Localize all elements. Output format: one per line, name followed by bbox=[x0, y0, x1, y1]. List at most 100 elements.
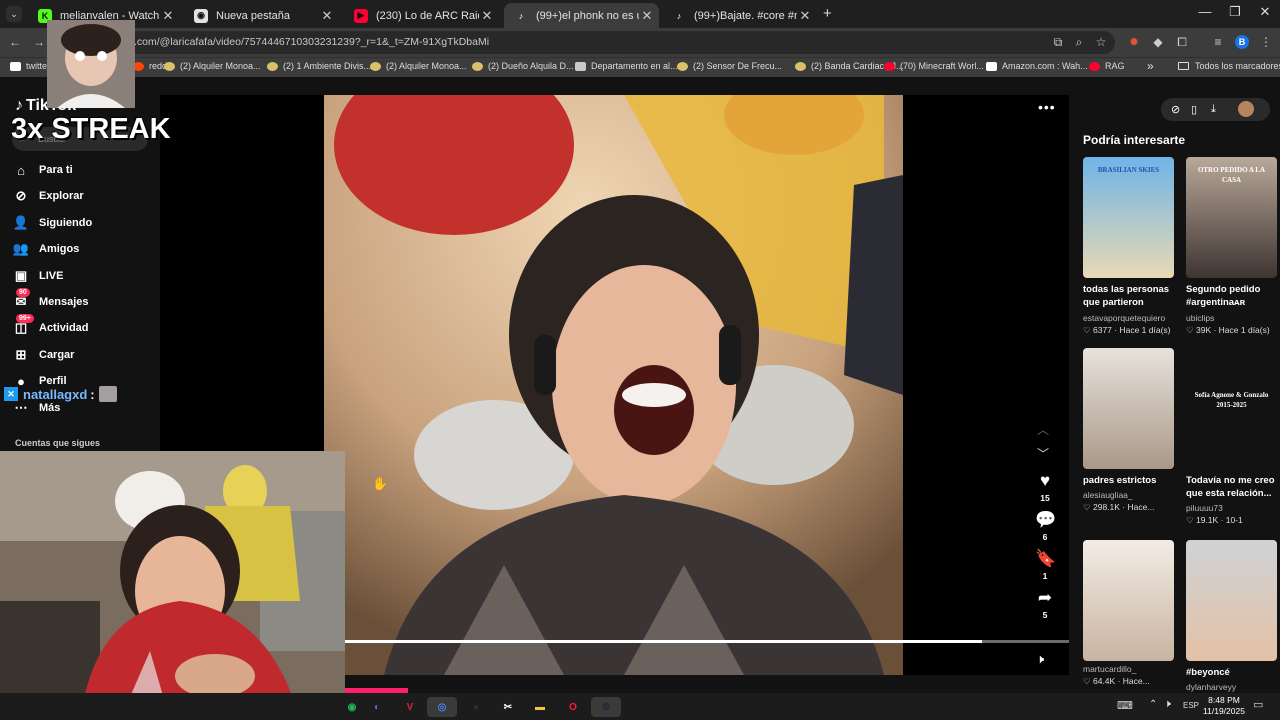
bookmark-item[interactable]: (70) Minecraft Worl... bbox=[884, 61, 984, 71]
minimize-icon[interactable]: — bbox=[1190, 4, 1220, 19]
tray-chevron-icon[interactable]: ⌃ bbox=[1149, 699, 1157, 710]
video-thumbnail[interactable] bbox=[1083, 348, 1174, 469]
tab-4[interactable]: ♪ (99+)el phonk no es un juego✕ bbox=[504, 3, 659, 28]
chevron-down-icon[interactable]: ﹀ bbox=[1037, 445, 1049, 462]
steam-icon[interactable]: ⚙ bbox=[591, 697, 621, 717]
chevron-up-icon[interactable]: ︿ bbox=[1037, 421, 1049, 438]
compass-icon[interactable]: ⊘ bbox=[1171, 103, 1180, 116]
close-tab-icon[interactable]: ✕ bbox=[797, 8, 813, 24]
discord-icon[interactable]: ◐ bbox=[367, 697, 387, 717]
video-thumbnail[interactable]: OTRO PEDIDO A LA CASA bbox=[1186, 157, 1277, 278]
volume-tray-icon[interactable]: 🕨 bbox=[1164, 698, 1171, 711]
bookmark-item[interactable]: (2) Sensor De Frecu... bbox=[677, 61, 782, 71]
like-action[interactable]: ♥ 15 bbox=[1035, 472, 1055, 504]
save-action[interactable]: 🔖 1 bbox=[1035, 550, 1056, 582]
opera-icon[interactable]: O bbox=[563, 697, 583, 717]
nav-item-parati[interactable]: ⌂ Para ti bbox=[14, 163, 73, 178]
bookmark-item[interactable]: (2) 1 Ambiente Divis... bbox=[267, 61, 371, 71]
nav-item-siguiendo[interactable]: 👤 Siguiendo bbox=[13, 215, 92, 230]
forward-icon[interactable]: → bbox=[30, 33, 48, 51]
nav-item-actividad[interactable]: ◫ Actividad bbox=[14, 320, 89, 335]
puzzle-icon[interactable]: ⧠ bbox=[1173, 33, 1191, 51]
tab-2[interactable]: ◉ Nueva pestaña ✕ bbox=[184, 3, 339, 28]
new-tab-button[interactable]: + bbox=[823, 5, 832, 22]
voicemod-icon[interactable]: V bbox=[400, 697, 420, 717]
all-bookmarks-folder[interactable]: Todos los marcadores bbox=[1178, 61, 1280, 71]
nav-item-cargar[interactable]: ⊞ Cargar bbox=[14, 347, 75, 362]
card-title[interactable]: padres estrictos bbox=[1083, 474, 1174, 487]
bookmark-item[interactable]: (2) Alquiler Monoa... bbox=[164, 61, 261, 71]
clock[interactable]: 8:48 PM 11/19/2025 bbox=[1200, 695, 1248, 717]
card-author[interactable]: alesiaugliaa_ bbox=[1083, 490, 1174, 500]
bookmark-item[interactable]: twitter bbox=[10, 61, 50, 71]
card-author[interactable]: martucardillo_ bbox=[1083, 664, 1174, 674]
card-author[interactable]: ubiclips bbox=[1186, 313, 1277, 323]
bookmark-item[interactable]: Departamento en al... bbox=[575, 61, 678, 71]
bookmarks-more-icon[interactable]: » bbox=[1147, 59, 1154, 73]
volume-icon[interactable]: 🕨 bbox=[1036, 651, 1044, 667]
recommendation-card[interactable]: BRASILIAN SKIES todas las personas que pa… bbox=[1083, 157, 1174, 336]
tab-3[interactable]: ▶ (230) Lo de ARC Raiders es SA✕ bbox=[344, 3, 499, 28]
recommendation-card[interactable]: #beyoncé dylanharveyy bbox=[1186, 540, 1277, 692]
notification-icon[interactable]: ▭ bbox=[1253, 698, 1263, 711]
avatar[interactable] bbox=[1238, 101, 1254, 117]
video-thumbnail[interactable] bbox=[1083, 540, 1174, 661]
nav-item-explorar[interactable]: ⊘ Explorar bbox=[14, 188, 84, 203]
card-author[interactable]: dylanharveyy bbox=[1186, 682, 1277, 692]
bookmark-item[interactable]: (2) Dueño Alquila D... bbox=[472, 61, 574, 71]
address-bar[interactable]: .com/@laricafafa/video/75744467103032312… bbox=[100, 31, 1115, 54]
comment-action[interactable]: 💬 6 bbox=[1035, 511, 1056, 543]
close-tab-icon[interactable]: ✕ bbox=[319, 8, 335, 24]
bookmark-item[interactable]: (2) Alquiler Monoa... bbox=[370, 61, 467, 71]
tab-search-button[interactable]: ⌄ bbox=[6, 6, 22, 22]
profile-avatar[interactable]: B bbox=[1235, 35, 1249, 49]
restore-icon[interactable]: ❐ bbox=[1220, 4, 1250, 20]
close-tab-icon[interactable]: ✕ bbox=[639, 8, 655, 24]
recommendation-card[interactable]: martucardillo_ ♡ 64.4K · Hace... bbox=[1083, 540, 1174, 687]
bookmark-star-icon[interactable]: ☆ bbox=[1092, 33, 1110, 51]
tab-5[interactable]: ♪ (99+)Bajate. #core #nichecore✕ bbox=[662, 3, 817, 28]
video-thumbnail[interactable]: BRASILIAN SKIES bbox=[1083, 157, 1174, 278]
download-icon[interactable]: ⤓ bbox=[1211, 103, 1216, 116]
share-action[interactable]: ➦ 5 bbox=[1035, 589, 1055, 621]
nav-item-ms[interactable]: ⋯ Más bbox=[14, 400, 61, 415]
progress-track[interactable] bbox=[345, 640, 1069, 643]
tray-language[interactable]: ESP bbox=[1183, 701, 1199, 710]
nav-item-amigos[interactable]: 👥 Amigos bbox=[13, 241, 79, 256]
nav-item-live[interactable]: ▣ LIVE bbox=[14, 268, 64, 283]
card-title[interactable]: Todavía no me creo que esta relación... bbox=[1186, 474, 1277, 500]
back-icon[interactable]: ← bbox=[6, 33, 24, 51]
recommendation-card[interactable]: padres estrictos alesiaugliaa_ ♡ 298.1K · … bbox=[1083, 348, 1174, 513]
card-author[interactable]: estavaporquetequiero bbox=[1083, 313, 1174, 323]
tab-groups-icon[interactable]: ≡ bbox=[1209, 33, 1227, 51]
capcut-icon[interactable]: ✂ bbox=[498, 697, 518, 717]
browser-tab-strip: ⌄ Kmelianvalen - Watch clips on Ki✕◉Nuev… bbox=[0, 0, 1280, 28]
card-title[interactable]: Segundo pedido #argentinaᴀʀ #clips... bbox=[1186, 283, 1277, 310]
obs-icon[interactable]: ● bbox=[466, 697, 486, 717]
video-thumbnail[interactable]: Sofía Agnone & Gonzalo 2015-2025 bbox=[1186, 348, 1277, 469]
extension-icon[interactable]: ◆ bbox=[1149, 33, 1167, 51]
close-window-icon[interactable]: ✕ bbox=[1250, 4, 1280, 20]
menu-icon[interactable]: ⋮ bbox=[1257, 33, 1275, 51]
close-tab-icon[interactable]: ✕ bbox=[160, 8, 176, 24]
card-title[interactable]: todas las personas que partieron ayer,..… bbox=[1083, 283, 1174, 310]
more-options-icon[interactable]: ••• bbox=[1038, 99, 1056, 115]
chrome-icon[interactable]: ◎ bbox=[427, 697, 457, 717]
recommendation-card[interactable]: OTRO PEDIDO A LA CASA Segundo pedido #arg… bbox=[1186, 157, 1277, 336]
cast-icon[interactable]: ⧉ bbox=[1049, 33, 1067, 51]
zoom-icon[interactable]: ⌕ bbox=[1070, 33, 1088, 51]
bookmark-item[interactable]: RAG bbox=[1089, 61, 1125, 71]
explorer-icon[interactable]: ▬ bbox=[530, 697, 550, 717]
nav-item-mensajes[interactable]: ✉ Mensajes bbox=[14, 294, 89, 309]
phone-icon[interactable]: ▯ bbox=[1191, 103, 1197, 116]
close-tab-icon[interactable]: ✕ bbox=[479, 8, 495, 24]
spotify-icon[interactable]: ◉ bbox=[342, 697, 362, 717]
extension-icon[interactable]: ✹ bbox=[1125, 33, 1143, 51]
recommendation-card[interactable]: Sofía Agnone & Gonzalo 2015-2025 Todavía … bbox=[1186, 348, 1277, 526]
tray-keyboard-icon[interactable]: ⌨ bbox=[1117, 699, 1133, 712]
card-title[interactable]: #beyoncé bbox=[1186, 666, 1277, 679]
bookmark-item[interactable]: Amazon.com : Wah... bbox=[986, 61, 1088, 71]
video-frame[interactable] bbox=[324, 95, 903, 675]
card-author[interactable]: piluuuu73 bbox=[1186, 503, 1277, 513]
video-thumbnail[interactable] bbox=[1186, 540, 1277, 661]
